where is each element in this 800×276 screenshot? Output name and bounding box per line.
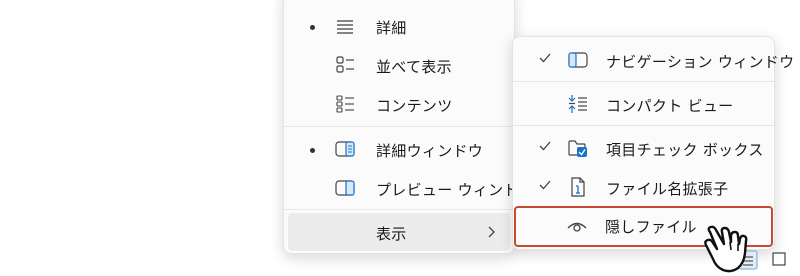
content-list-icon xyxy=(336,95,354,113)
menu-item-details[interactable]: 詳細 xyxy=(288,7,510,45)
large-icons-view-toggle-icon[interactable] xyxy=(771,251,787,267)
submenu-item-compact-view[interactable]: コンパクト ビュー xyxy=(517,85,770,123)
checkmark-icon xyxy=(539,53,551,63)
submenu-item-label: ファイル名拡張子 xyxy=(606,180,729,198)
selected-bullet xyxy=(310,148,315,153)
menu-item-tiles[interactable]: 並べて表示 xyxy=(288,46,510,84)
menu-item-label: プレビュー ウィンドウ xyxy=(376,181,535,199)
preview-pane-icon xyxy=(335,180,355,196)
menu-item-label: コンテンツ xyxy=(376,97,453,115)
submenu-item-label: 項目チェック ボックス xyxy=(606,141,764,159)
submenu-item-navigation-pane[interactable]: ナビゲーション ウィンドウ xyxy=(517,41,794,79)
menu-separator xyxy=(284,209,514,210)
checkmark-icon xyxy=(539,141,551,151)
tiles-icon xyxy=(336,56,354,73)
menu-item-preview-pane[interactable]: プレビュー ウィンドウ xyxy=(288,169,534,207)
menu-item-details-pane[interactable]: 詳細ウィンドウ xyxy=(288,130,510,168)
layout-menu: 詳細 並べて表示 コンテンツ 詳細ウィンドウ プレビュー ウィンドウ 表示 xyxy=(283,0,534,254)
menu-item-content[interactable]: コンテンツ xyxy=(288,85,510,123)
menu-item-show[interactable]: 表示 xyxy=(288,213,510,251)
file-extension-icon xyxy=(571,177,585,197)
menu-separator xyxy=(513,125,774,126)
submenu-item-label: ナビゲーション ウィンドウ xyxy=(606,53,795,71)
menu-separator xyxy=(284,126,514,127)
menu-item-label: 詳細ウィンドウ xyxy=(376,142,484,160)
details-pane-icon xyxy=(335,141,355,157)
checkmark-icon xyxy=(539,180,551,190)
submenu-item-item-checkboxes[interactable]: 項目チェック ボックス xyxy=(517,129,770,167)
hand-pointer-cursor-icon xyxy=(704,225,748,273)
item-checkbox-icon xyxy=(568,140,587,157)
selected-bullet xyxy=(310,25,315,30)
submenu-item-file-extensions[interactable]: ファイル名拡張子 xyxy=(517,168,770,206)
details-lines-icon xyxy=(337,20,353,34)
compact-view-icon xyxy=(568,95,587,113)
menu-item-label: 表示 xyxy=(376,225,407,243)
submenu-item-label: 隠しファイル xyxy=(605,218,697,236)
eye-icon xyxy=(567,222,587,232)
menu-item-label: 詳細 xyxy=(376,19,407,37)
submenu-item-label: コンパクト ビュー xyxy=(606,97,734,115)
chevron-right-icon xyxy=(488,226,495,238)
menu-item-label: 並べて表示 xyxy=(376,58,452,76)
navigation-pane-icon xyxy=(568,52,588,68)
menu-separator xyxy=(513,81,774,82)
